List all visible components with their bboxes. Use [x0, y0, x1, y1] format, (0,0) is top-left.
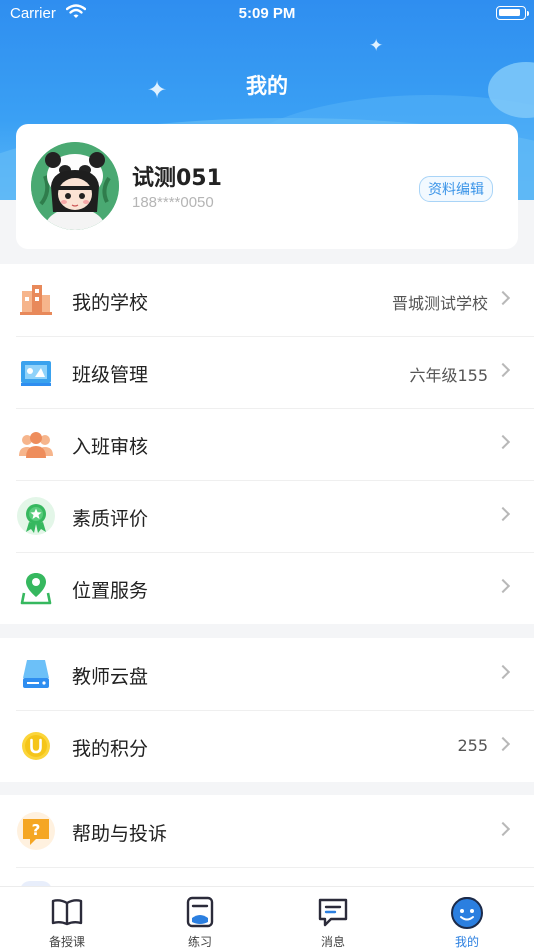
page-title: 我的 [246, 74, 288, 98]
menu-item-label: 我的积分 [72, 738, 149, 760]
bottom-tab-bar: 备授课 练习 消息 我的 [0, 886, 534, 950]
menu-item-label: 帮助与投诉 [72, 823, 168, 845]
chevron-right-icon [495, 290, 511, 306]
menu-item-quality-evaluation[interactable]: 素质评价 [0, 480, 534, 552]
menu-item-label: 入班审核 [72, 436, 149, 458]
book-icon [50, 895, 84, 929]
menu-item-my-school[interactable]: 我的学校 晋城测试学校 [0, 264, 534, 336]
award-badge-icon [16, 496, 56, 536]
profile-card[interactable]: 试测051 188****0050 资料编辑 [16, 124, 518, 249]
status-bar: Carrier 5:09 PM [0, 0, 534, 28]
status-time: 5:09 PM [238, 5, 296, 22]
menu-group-account: 我的学校 晋城测试学校 班级管理 六年级155 入班审核 素质评价 位置服务 [0, 264, 534, 624]
location-pin-icon [16, 568, 56, 608]
menu-item-class-approval[interactable]: 入班审核 [0, 408, 534, 480]
tab-label: 练习 [187, 935, 212, 949]
points-coin-icon [16, 726, 56, 766]
cloud-drive-icon [16, 654, 56, 694]
profile-face-icon [450, 895, 484, 929]
menu-item-class-management[interactable]: 班级管理 六年级155 [0, 336, 534, 408]
chevron-right-icon [495, 434, 511, 450]
chevron-right-icon [495, 736, 511, 752]
school-icon [16, 280, 56, 320]
class-management-icon [16, 352, 56, 392]
menu-item-value: 晋城测试学校 [391, 294, 488, 313]
tab-me[interactable]: 我的 [422, 895, 512, 950]
practice-icon [183, 895, 217, 929]
menu-item-label: 素质评价 [72, 508, 149, 530]
menu-item-my-points[interactable]: 我的积分 255 [0, 710, 534, 782]
tab-lesson-prep[interactable]: 备授课 [22, 895, 112, 950]
chevron-right-icon [495, 578, 511, 594]
tab-label: 消息 [320, 935, 345, 949]
help-chat-icon: ? [16, 811, 56, 851]
svg-text:?: ? [32, 821, 41, 839]
avatar[interactable] [31, 142, 119, 230]
tab-messages[interactable]: 消息 [288, 895, 378, 950]
chevron-right-icon [495, 506, 511, 522]
menu-item-value: 255 [457, 736, 488, 755]
menu-item-value: 六年级155 [409, 366, 488, 385]
user-name: 试测051 [132, 166, 222, 191]
edit-profile-button[interactable]: 资料编辑 [419, 176, 493, 202]
menu-group-resources: 教师云盘 我的积分 255 [0, 638, 534, 782]
divider [16, 867, 534, 868]
menu-item-teacher-cloud-drive[interactable]: 教师云盘 [0, 638, 534, 710]
tab-label: 备授课 [48, 935, 85, 949]
menu-item-label: 位置服务 [72, 580, 149, 602]
chevron-right-icon [495, 362, 511, 378]
battery-icon [496, 6, 529, 20]
menu-item-location-service[interactable]: 位置服务 [0, 552, 534, 624]
menu-item-label: 我的学校 [72, 292, 149, 314]
chevron-right-icon [495, 821, 511, 837]
menu-item-label: 教师云盘 [72, 666, 149, 688]
user-phone: 188****0050 [132, 194, 214, 211]
people-icon [16, 424, 56, 464]
chevron-right-icon [495, 664, 511, 680]
tab-label: 我的 [454, 935, 479, 949]
tab-practice[interactable]: 练习 [155, 895, 245, 950]
sparkle-icon: ✦ [369, 36, 384, 56]
menu-item-help-and-complaints[interactable]: ? 帮助与投诉 [0, 795, 534, 867]
menu-group-support: ? 帮助与投诉 [0, 795, 534, 891]
message-icon [316, 895, 350, 929]
menu-item-label: 班级管理 [72, 364, 149, 386]
